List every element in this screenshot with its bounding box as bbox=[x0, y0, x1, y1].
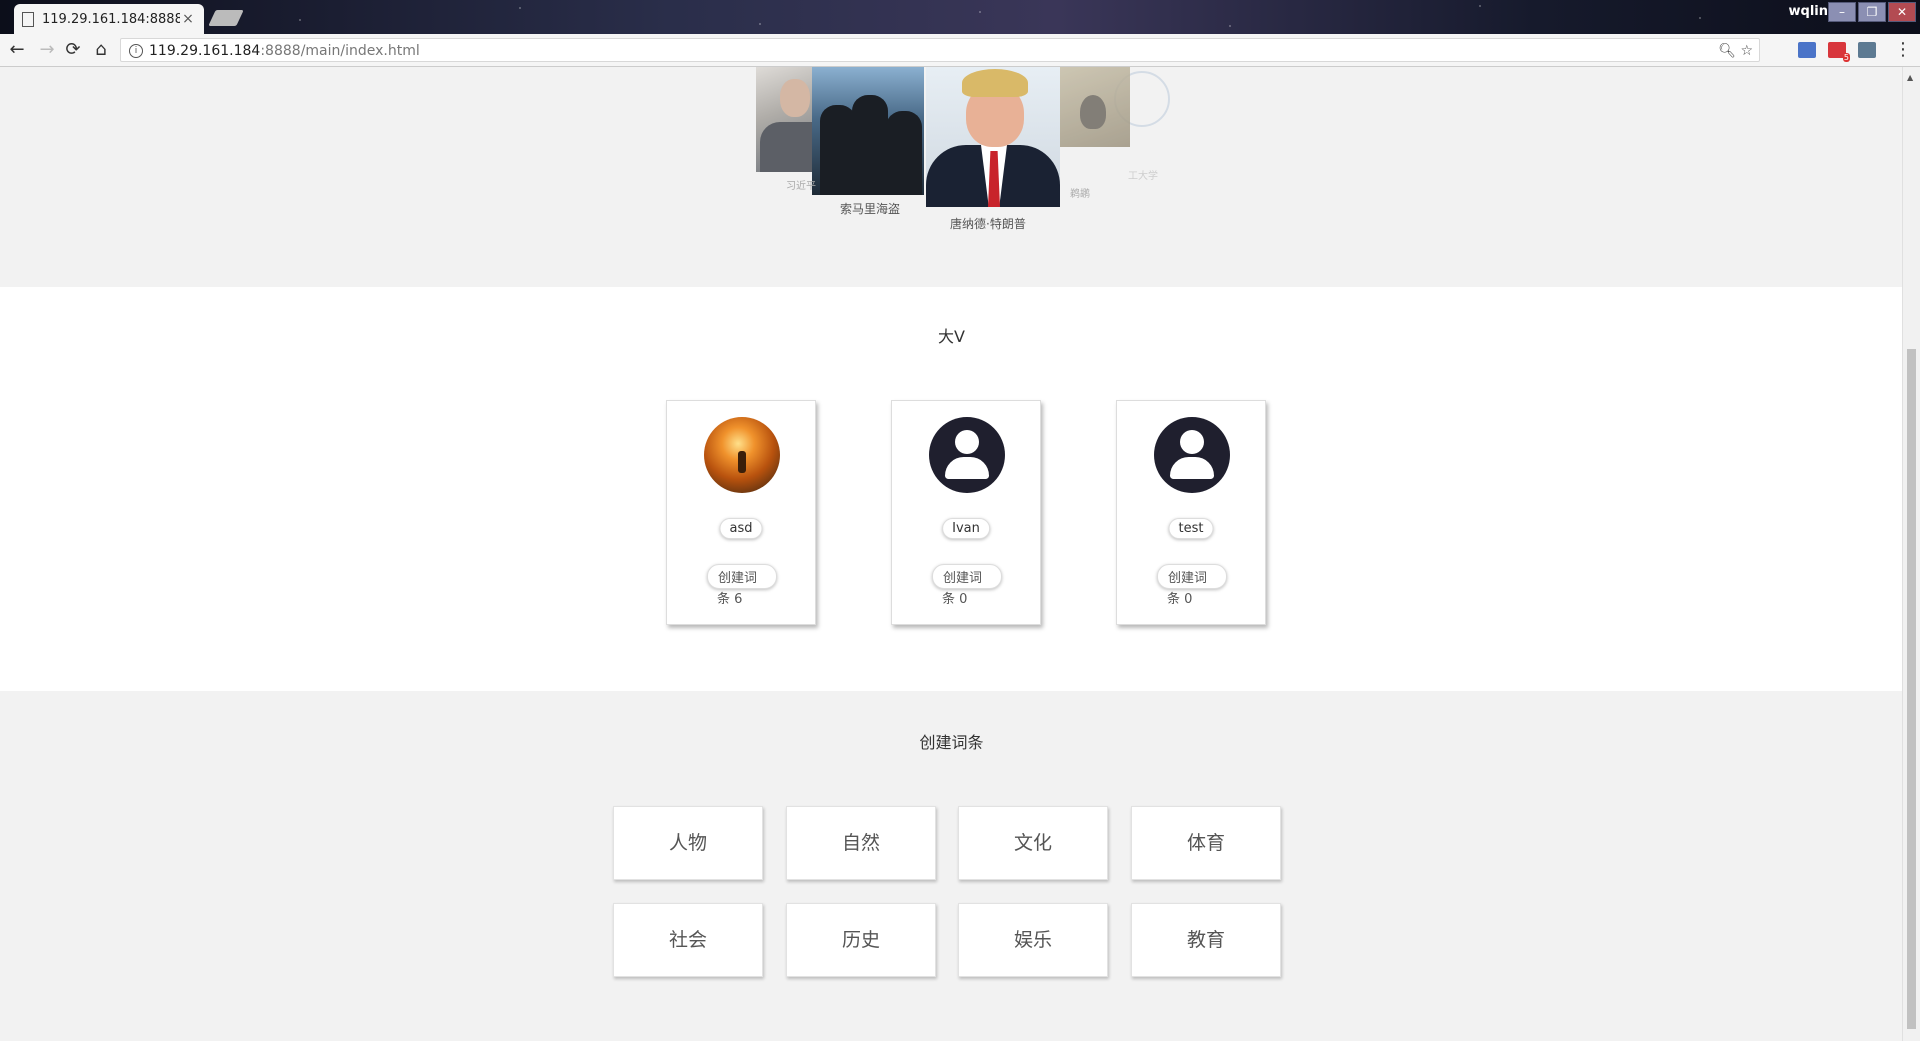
entry-count: 条 0 bbox=[1167, 592, 1193, 607]
forward-arrow-icon[interactable]: → bbox=[36, 39, 58, 61]
browser-titlebar: 119.29.161.184:8888/n × wqlin – ❐ ✕ bbox=[0, 0, 1920, 34]
user-name-button[interactable]: Ivan bbox=[942, 518, 990, 539]
default-user-icon[interactable] bbox=[929, 417, 1005, 493]
created-entries-button[interactable]: 创建词 bbox=[1157, 564, 1227, 589]
zoom-icon[interactable]: 🔍︎ bbox=[1718, 43, 1736, 59]
maximize-button[interactable]: ❐ bbox=[1858, 2, 1886, 22]
carousel-photo-pelican[interactable] bbox=[1060, 67, 1130, 147]
category-button-nature[interactable]: 自然 bbox=[786, 806, 936, 880]
create-entry-section: 创建词条 人物 自然 文化 体育 社会 历史 娱乐 教育 bbox=[0, 691, 1903, 1041]
default-user-icon[interactable] bbox=[1154, 417, 1230, 493]
carousel-caption[interactable]: 索马里海盗 bbox=[840, 200, 900, 217]
extension-flag-icon[interactable] bbox=[1798, 42, 1816, 58]
category-button-society[interactable]: 社会 bbox=[613, 903, 763, 977]
entry-count: 条 6 bbox=[717, 592, 743, 607]
category-button-entertainment[interactable]: 娱乐 bbox=[958, 903, 1108, 977]
mail-badge: 5 bbox=[1842, 53, 1850, 62]
entry-carousel: 习近平 索马里海盗 唐纳德·特朗普 鹈鹕 工大学 bbox=[0, 67, 1903, 287]
close-window-button[interactable]: ✕ bbox=[1888, 2, 1916, 22]
reload-icon[interactable]: ⟳ bbox=[62, 39, 84, 61]
big-v-title: 大V bbox=[938, 327, 965, 346]
mail-extension-icon[interactable]: 5 bbox=[1828, 42, 1850, 62]
tab-title: 119.29.161.184:8888/n bbox=[42, 11, 180, 27]
back-arrow-icon[interactable]: ← bbox=[6, 39, 28, 61]
home-icon[interactable]: ⌂ bbox=[90, 39, 112, 61]
url-path: :8888/main/index.html bbox=[260, 43, 420, 59]
address-bar[interactable]: i 119.29.161.184:8888/main/index.html 🔍︎… bbox=[120, 38, 1760, 62]
user-card[interactable]: Ivan 创建词 条 0 bbox=[891, 400, 1041, 625]
carousel-caption[interactable]: 鹈鹕 bbox=[1070, 185, 1090, 200]
user-card[interactable]: test 创建词 条 0 bbox=[1116, 400, 1266, 625]
carousel-caption[interactable]: 工大学 bbox=[1128, 167, 1158, 182]
new-tab-button[interactable] bbox=[208, 10, 244, 26]
site-info-icon[interactable]: i bbox=[129, 44, 143, 58]
carousel-caption[interactable]: 唐纳德·特朗普 bbox=[950, 215, 1026, 232]
scroll-up-arrow-icon[interactable]: ▲ bbox=[1907, 73, 1913, 82]
profile-name[interactable]: wqlin bbox=[1789, 4, 1828, 19]
created-entries-button[interactable]: 创建词 bbox=[707, 564, 777, 589]
category-button-people[interactable]: 人物 bbox=[613, 806, 763, 880]
browser-toolbar: ← → ⟳ ⌂ i 119.29.161.184:8888/main/index… bbox=[0, 34, 1920, 67]
scrollbar-thumb[interactable] bbox=[1907, 349, 1916, 1029]
page-icon bbox=[22, 11, 34, 27]
window-controls: – ❐ ✕ bbox=[1828, 2, 1916, 22]
extension-icon[interactable] bbox=[1858, 42, 1876, 58]
entry-count: 条 0 bbox=[942, 592, 968, 607]
bookmark-star-icon[interactable]: ☆ bbox=[1740, 43, 1753, 59]
user-name-button[interactable]: test bbox=[1168, 518, 1214, 539]
create-entry-title: 创建词条 bbox=[919, 733, 984, 752]
carousel-photo-trump[interactable] bbox=[926, 67, 1060, 207]
category-button-culture[interactable]: 文化 bbox=[958, 806, 1108, 880]
carousel-photo-pirates[interactable] bbox=[812, 67, 924, 195]
created-entries-button[interactable]: 创建词 bbox=[932, 564, 1002, 589]
avatar[interactable] bbox=[704, 417, 780, 493]
tab-close-icon[interactable]: × bbox=[180, 11, 196, 27]
url-host: 119.29.161.184 bbox=[149, 43, 261, 59]
menu-kebab-icon[interactable]: ⋮ bbox=[1892, 39, 1914, 61]
carousel-caption[interactable]: 习近平 bbox=[786, 177, 816, 192]
big-v-section: 大V asd 创建词 条 6 Ivan 创建词 条 0 test 创建词 条 0 bbox=[0, 287, 1903, 691]
category-button-history[interactable]: 历史 bbox=[786, 903, 936, 977]
user-name-button[interactable]: asd bbox=[719, 518, 763, 539]
page-scrollbar[interactable]: ▲ bbox=[1902, 67, 1920, 1041]
category-button-sports[interactable]: 体育 bbox=[1131, 806, 1281, 880]
minimize-button[interactable]: – bbox=[1828, 2, 1856, 22]
page-content: 习近平 索马里海盗 唐纳德·特朗普 鹈鹕 工大学 大V asd 创建词 条 6 … bbox=[0, 67, 1903, 1041]
category-button-education[interactable]: 教育 bbox=[1131, 903, 1281, 977]
browser-tab[interactable]: 119.29.161.184:8888/n × bbox=[14, 4, 204, 34]
user-card[interactable]: asd 创建词 条 6 bbox=[666, 400, 816, 625]
